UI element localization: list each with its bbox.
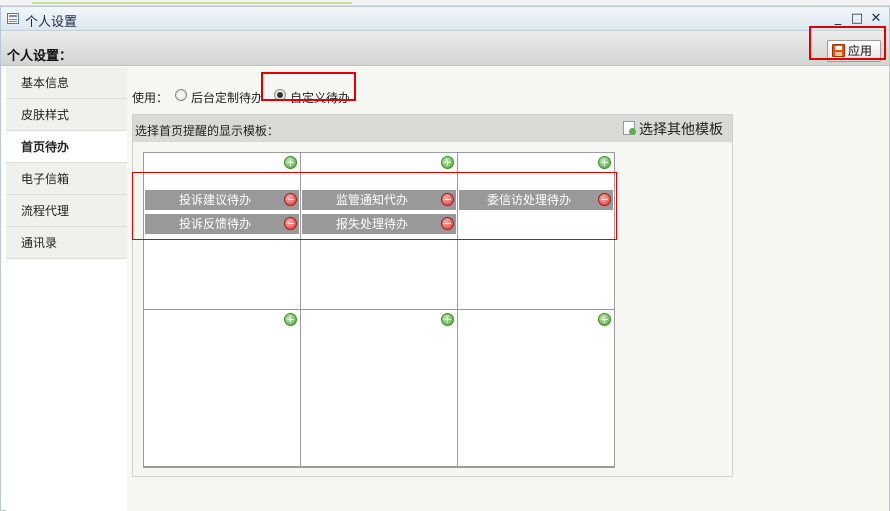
template-panel: 选择首页提醒的显示模板： 选择其他模板 投诉建议待办 投诉反馈待办 监管通知代办…: [132, 114, 733, 477]
page-title: 个人设置：: [7, 49, 73, 64]
template-panel-header: 选择首页提醒的显示模板： 选择其他模板: [133, 115, 732, 142]
plus-icon[interactable]: [598, 313, 611, 326]
settings-window: 个人设置 _ □ ✕ 个人设置： 应用 基本信息 皮肤样式 首页待办 电子信箱 …: [0, 6, 890, 511]
plus-icon[interactable]: [598, 156, 611, 169]
grid-cell: [301, 310, 458, 467]
plus-icon[interactable]: [441, 313, 454, 326]
highlight-box-items: [132, 172, 617, 240]
use-label: 使用：: [132, 91, 169, 105]
highlight-box-radio: [261, 72, 356, 101]
plus-icon[interactable]: [441, 156, 454, 169]
sidebar-item-email[interactable]: 电子信箱: [6, 163, 127, 195]
settings-content: 使用： 后台定制待办 自定义待办 选择首页提醒的显示模板： 选择其他模板 投诉建…: [127, 67, 889, 511]
settings-header: 个人设置： 应用: [1, 31, 889, 66]
plus-icon[interactable]: [284, 313, 297, 326]
highlight-box-apply: [809, 26, 886, 60]
sidebar-item-contacts[interactable]: 通讯录: [6, 227, 127, 259]
tab-hint: [32, 0, 352, 4]
settings-sidebar: 基本信息 皮肤样式 首页待办 电子信箱 流程代理 通讯录: [6, 67, 127, 511]
maximize-button[interactable]: □: [850, 12, 864, 26]
sidebar-item-basic-info[interactable]: 基本信息: [6, 67, 127, 99]
close-button[interactable]: ✕: [869, 12, 883, 26]
choose-template-link[interactable]: 选择其他模板: [623, 119, 723, 139]
document-add-icon: [623, 121, 636, 135]
table-icon: [7, 13, 19, 24]
minimize-button[interactable]: _: [831, 12, 845, 26]
plus-icon[interactable]: [284, 156, 297, 169]
radio-backend-todo-label[interactable]: 后台定制待办: [191, 89, 263, 106]
choose-template-label: 选择其他模板: [639, 122, 723, 138]
window-titlebar: 个人设置 _ □ ✕: [1, 7, 889, 31]
grid-cell: [144, 310, 301, 467]
radio-backend-todo[interactable]: [175, 89, 187, 101]
sidebar-item-process-agent[interactable]: 流程代理: [6, 195, 127, 227]
window-title: 个人设置: [25, 15, 78, 30]
template-panel-title: 选择首页提醒的显示模板：: [135, 124, 280, 138]
sidebar-item-home-todo[interactable]: 首页待办: [6, 131, 127, 163]
grid-cell: [458, 310, 615, 467]
sidebar-item-skin-style[interactable]: 皮肤样式: [6, 99, 127, 131]
